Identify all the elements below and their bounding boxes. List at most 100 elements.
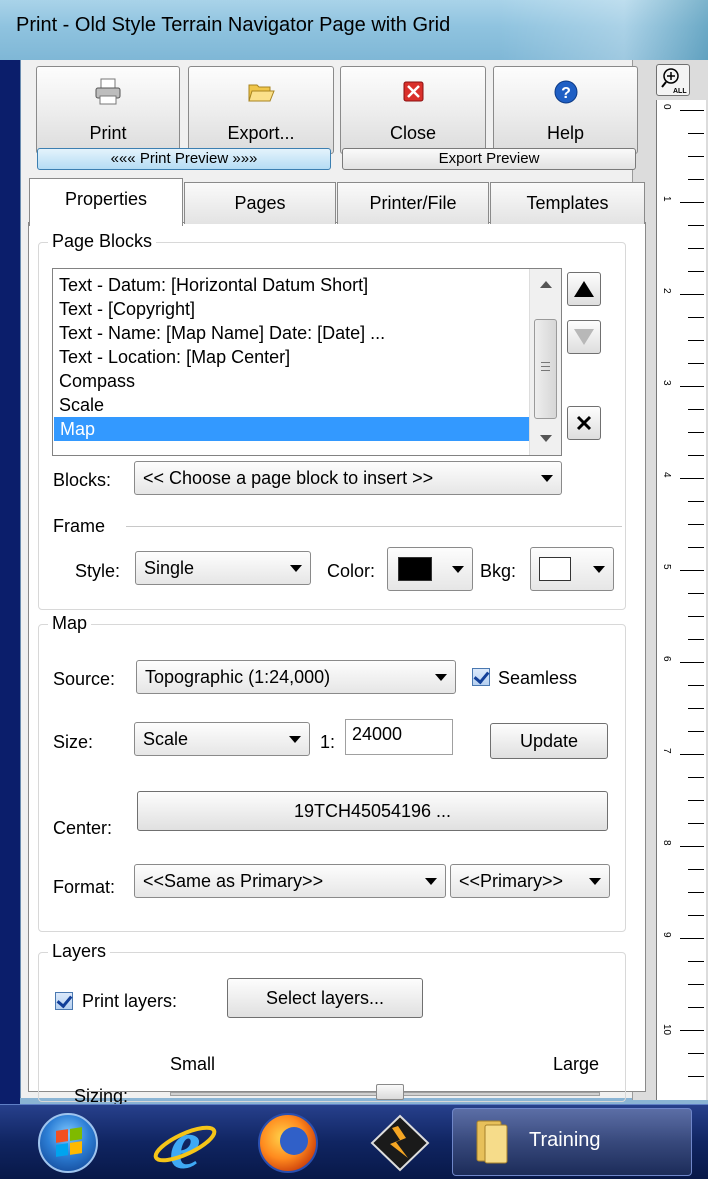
ruler-minor-tick xyxy=(688,1076,704,1077)
bkg-label: Bkg: xyxy=(480,561,517,581)
ruler-number: 0 xyxy=(661,104,672,110)
ruler-major-tick xyxy=(680,202,704,203)
ruler-major-tick xyxy=(680,754,704,755)
sizing-slider-thumb[interactable] xyxy=(376,1084,404,1100)
print-layers-label: Print layers: xyxy=(82,991,178,1011)
firefox-icon[interactable] xyxy=(258,1113,318,1173)
style-label: Style: xyxy=(75,561,121,581)
frame-divider xyxy=(126,526,622,527)
export-preview-button[interactable]: Export Preview xyxy=(342,148,636,170)
format-secondary-dropdown[interactable]: <<Primary>> xyxy=(450,864,610,898)
close-button[interactable]: Close xyxy=(340,66,486,154)
close-button-label: Close xyxy=(389,123,437,143)
page-blocks-list[interactable]: Text - Datum: [Horizontal Datum Short] T… xyxy=(52,268,562,456)
start-flag-green xyxy=(70,1127,82,1141)
svg-text:e: e xyxy=(169,1110,200,1174)
ruler-number: 6 xyxy=(661,656,672,662)
ruler-minor-tick xyxy=(688,340,704,341)
ruler-minor-tick xyxy=(688,271,704,272)
select-layers-button[interactable]: Select layers... xyxy=(227,978,423,1018)
scroll-up-icon[interactable] xyxy=(540,281,552,288)
seamless-label: Seamless xyxy=(498,668,578,688)
folder-icon xyxy=(476,1120,508,1164)
ruler-minor-tick xyxy=(688,524,704,525)
taskbar-item-training[interactable]: Training xyxy=(452,1108,692,1176)
map-size-dropdown[interactable]: Scale xyxy=(134,722,310,756)
chevron-down-icon xyxy=(290,565,302,572)
print-preview-button[interactable]: ««« Print Preview »»» xyxy=(37,148,331,170)
help-button[interactable]: ? Help xyxy=(493,66,638,154)
chevron-down-icon xyxy=(541,475,553,482)
tab-properties[interactable]: Properties xyxy=(29,178,183,226)
export-button-label: Export... xyxy=(227,123,295,143)
svg-text:?: ? xyxy=(561,85,571,102)
scale-ratio-input[interactable]: 24000 xyxy=(345,719,453,755)
layers-title: Layers xyxy=(48,941,111,962)
frame-color-picker[interactable] xyxy=(387,547,473,591)
chevron-down-icon xyxy=(589,878,601,885)
ruler-minor-tick xyxy=(688,823,704,824)
move-up-button[interactable] xyxy=(567,272,601,306)
frame-background-picker[interactable] xyxy=(530,547,614,591)
map-title: Map xyxy=(48,613,92,634)
source-label: Source: xyxy=(53,669,116,689)
move-down-button[interactable] xyxy=(567,320,601,354)
seamless-checkbox[interactable] xyxy=(472,668,490,686)
ruler-minor-tick xyxy=(688,225,704,226)
scroll-thumb[interactable] xyxy=(534,319,557,419)
list-item[interactable]: Text - Datum: [Horizontal Datum Short] xyxy=(59,273,368,297)
windows-start-icon[interactable] xyxy=(38,1113,98,1173)
list-item[interactable]: Scale xyxy=(59,393,104,417)
zoom-all-button[interactable]: ALL xyxy=(656,64,690,96)
tab-templates[interactable]: Templates xyxy=(490,182,645,224)
list-item[interactable]: Compass xyxy=(59,369,135,393)
internet-explorer-icon[interactable]: e xyxy=(152,1107,218,1179)
frame-title: Frame xyxy=(53,516,106,536)
format-primary-dropdown[interactable]: <<Same as Primary>> xyxy=(134,864,446,898)
print-layers-checkbox[interactable] xyxy=(55,992,73,1010)
sizing-small-label: Small xyxy=(170,1054,216,1074)
list-item[interactable]: Text - [Copyright] xyxy=(59,297,195,321)
export-button[interactable]: Export... xyxy=(188,66,334,154)
ruler-major-tick xyxy=(680,570,704,571)
grip-icon xyxy=(541,362,550,363)
ruler-number: 1 xyxy=(661,196,672,202)
map-center-button[interactable]: 19TCH45054196 ... xyxy=(137,791,608,831)
chevron-down-icon xyxy=(289,736,301,743)
ruler-minor-tick xyxy=(688,915,704,916)
winamp-icon[interactable] xyxy=(368,1112,432,1174)
ruler-major-tick xyxy=(680,1030,704,1031)
frame-style-value: Single xyxy=(144,558,195,578)
vertical-ruler xyxy=(656,100,706,1100)
frame-style-dropdown[interactable]: Single xyxy=(135,551,311,585)
ruler-minor-tick xyxy=(688,317,704,318)
ruler-minor-tick xyxy=(688,432,704,433)
ruler-minor-tick xyxy=(688,547,704,548)
print-button[interactable]: Print xyxy=(36,66,180,154)
list-item-selected[interactable]: Map xyxy=(54,417,530,441)
color-label: Color: xyxy=(327,561,376,581)
blocks-dropdown[interactable]: << Choose a page block to insert >> xyxy=(134,461,562,495)
ruler-minor-tick xyxy=(688,248,704,249)
scroll-down-icon[interactable] xyxy=(540,435,552,442)
tab-pages[interactable]: Pages xyxy=(184,182,336,224)
ruler-minor-tick xyxy=(688,133,704,134)
ruler-number: 10 xyxy=(661,1024,672,1036)
printer-icon xyxy=(95,78,121,105)
title-bar[interactable]: Print - Old Style Terrain Navigator Page… xyxy=(0,0,708,60)
ruler-number: 9 xyxy=(661,932,672,938)
map-source-dropdown[interactable]: Topographic (1:24,000) xyxy=(136,660,456,694)
delete-block-button[interactable] xyxy=(567,406,601,440)
list-item[interactable]: Text - Location: [Map Center] xyxy=(59,345,290,369)
start-flag-yellow xyxy=(70,1141,82,1155)
map-source-value: Topographic (1:24,000) xyxy=(145,667,331,687)
ruler-minor-tick xyxy=(688,777,704,778)
ruler-number: 8 xyxy=(661,840,672,846)
tab-printer-file[interactable]: Printer/File xyxy=(337,182,489,224)
ie-logo: e xyxy=(153,1107,217,1179)
chevron-down-icon xyxy=(425,878,437,885)
list-scrollbar[interactable] xyxy=(529,269,561,455)
list-item[interactable]: Text - Name: [Map Name] Date: [Date] ... xyxy=(59,321,385,345)
ruler-minor-tick xyxy=(688,1007,704,1008)
update-button[interactable]: Update xyxy=(490,723,608,759)
